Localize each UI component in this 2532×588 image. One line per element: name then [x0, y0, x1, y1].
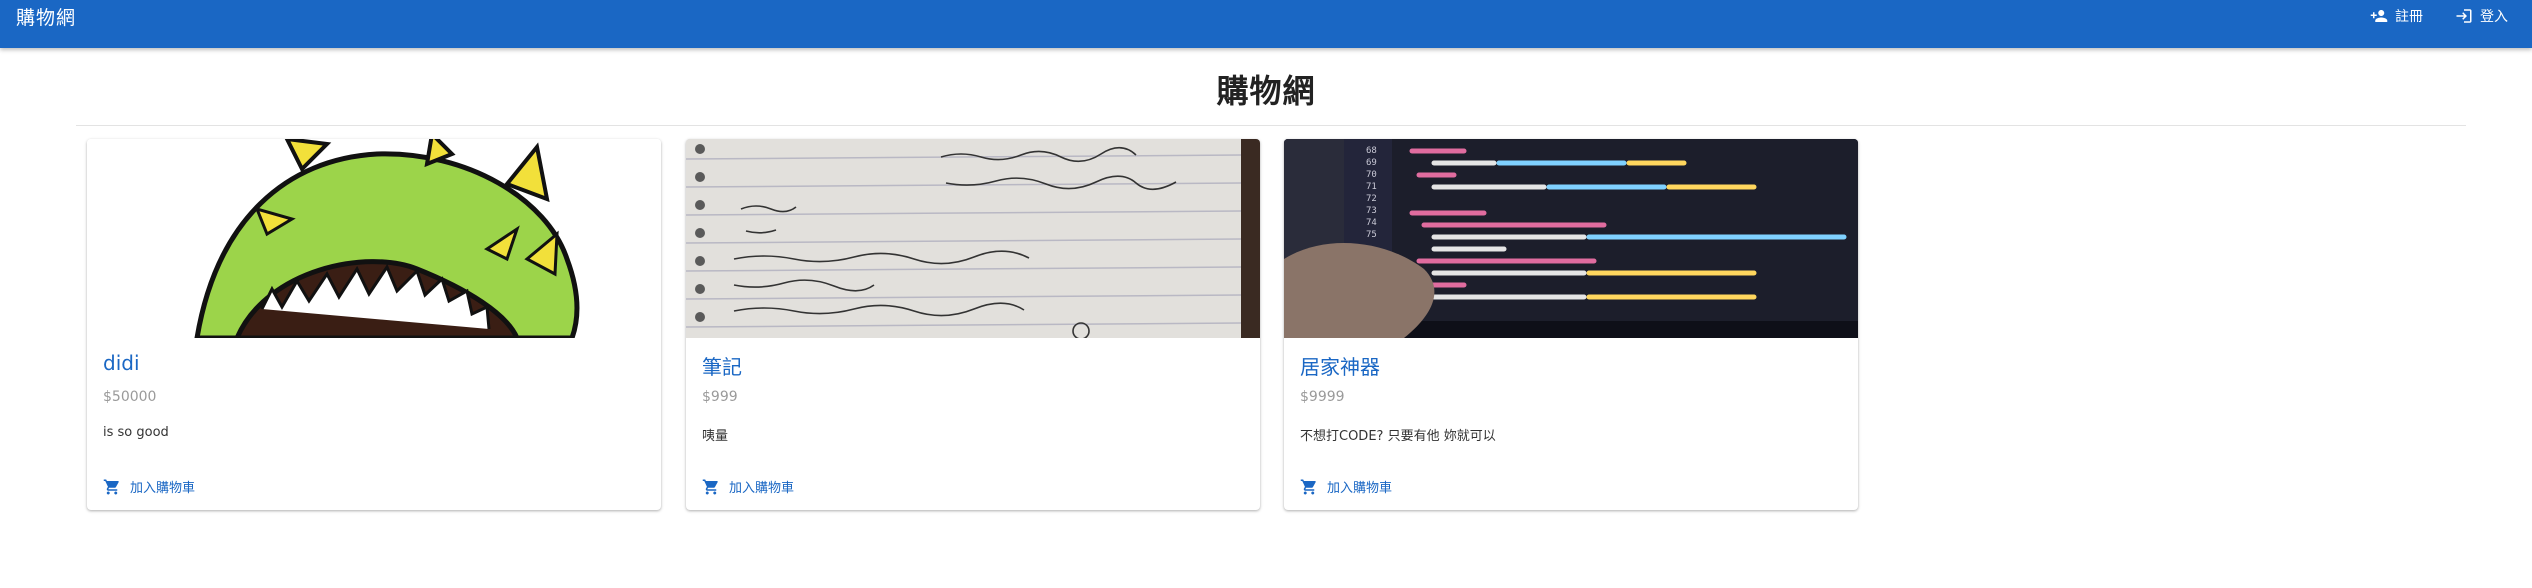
- app-title[interactable]: 購物網: [16, 3, 76, 30]
- add-to-cart-button[interactable]: 加入購物車: [698, 473, 798, 500]
- divider: [76, 125, 2466, 126]
- cart-icon: [702, 479, 718, 494]
- person-add-icon: [2370, 10, 2388, 22]
- product-image[interactable]: 686970 717273 747576 7778: [1284, 139, 1858, 338]
- svg-text:73: 73: [1366, 206, 1377, 216]
- product-card: didi $50000 is so good 加入購物車: [87, 139, 661, 510]
- product-card: 筆記 $999 咦量 加入購物車: [686, 139, 1260, 510]
- product-description: is so good: [103, 425, 169, 440]
- product-card: 686970 717273 747576 7778: [1284, 139, 1858, 510]
- login-label: 登入: [2480, 9, 2508, 25]
- register-label: 註冊: [2395, 9, 2423, 25]
- register-button[interactable]: 註冊: [2370, 6, 2423, 26]
- product-name[interactable]: 筆記: [702, 351, 742, 380]
- svg-text:74: 74: [1366, 218, 1377, 228]
- svg-text:75: 75: [1366, 230, 1377, 240]
- notebook-image: [686, 139, 1260, 338]
- svg-text:69: 69: [1366, 158, 1377, 168]
- add-to-cart-button[interactable]: 加入購物車: [1296, 473, 1396, 500]
- product-image[interactable]: [87, 139, 661, 338]
- product-name[interactable]: didi: [103, 351, 140, 375]
- product-image[interactable]: [686, 139, 1260, 338]
- cart-icon: [1300, 479, 1316, 494]
- add-to-cart-label: 加入購物車: [1327, 481, 1393, 496]
- cart-icon: [103, 479, 119, 494]
- add-to-cart-label: 加入購物車: [729, 481, 795, 496]
- product-price: $999: [702, 389, 738, 405]
- app-bar: 購物網 註冊 登入: [0, 0, 2532, 48]
- product-price: $50000: [103, 389, 157, 405]
- page-title: 購物網: [1216, 72, 1316, 110]
- svg-text:70: 70: [1366, 170, 1377, 180]
- product-name[interactable]: 居家神器: [1300, 351, 1380, 380]
- svg-text:68: 68: [1366, 146, 1377, 156]
- add-to-cart-label: 加入購物車: [130, 481, 196, 496]
- add-to-cart-button[interactable]: 加入購物車: [99, 473, 199, 500]
- dinosaur-image: [194, 139, 580, 338]
- svg-text:71: 71: [1366, 182, 1377, 192]
- product-description: 咦量: [702, 429, 729, 444]
- login-icon: [2456, 9, 2472, 23]
- top-nav: 註冊 登入: [2370, 6, 2508, 26]
- login-button[interactable]: 登入: [2455, 6, 2508, 26]
- svg-text:72: 72: [1366, 194, 1377, 204]
- code-screen-image: 686970 717273 747576 7778: [1284, 139, 1858, 338]
- product-description: 不想打CODE? 只要有他 妳就可以: [1300, 429, 1496, 444]
- product-price: $9999: [1300, 389, 1345, 405]
